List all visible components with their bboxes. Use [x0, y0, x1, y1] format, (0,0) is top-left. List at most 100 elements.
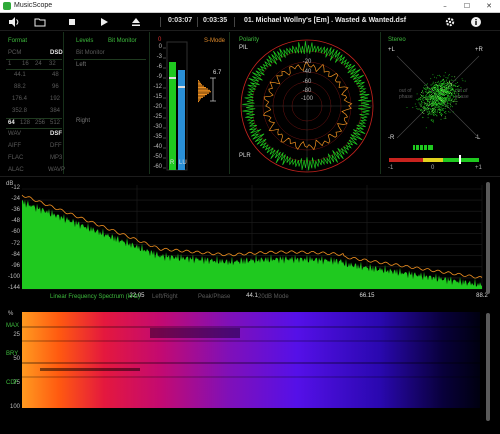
spectrum-y-tick: -100 [7, 273, 20, 280]
corr-zero: 0 [431, 165, 435, 171]
side-max[interactable]: MAX [6, 323, 19, 329]
channel-r-label: R [170, 160, 175, 166]
meter-tick: -6 [156, 64, 162, 70]
format-panel: Format PCM DSD 1 16 24 32 44.1 48 88.2 9… [0, 32, 66, 174]
info-icon[interactable] [470, 16, 482, 28]
rate-176: 176.4 [12, 96, 28, 102]
dsd-128: 128 [20, 120, 31, 126]
spectrum-chart [21, 185, 483, 290]
spectrogram-image [22, 312, 480, 408]
right-level-bar [178, 70, 185, 170]
container-wav: WAV [8, 131, 21, 137]
bit-24: 24 [35, 61, 42, 67]
levels-panel: Levels Bit Monitor Bit Monitor Left Righ… [66, 32, 150, 174]
minimize-button[interactable]: – [434, 0, 456, 13]
container-dsf: DSF [50, 131, 62, 137]
spectrogram-y-tick: 100 [9, 404, 20, 410]
rate-192: 192 [50, 96, 61, 102]
levels-mode[interactable]: Bit Monitor [108, 38, 137, 44]
meter-tick: -40 [153, 144, 162, 150]
spectrum-y-tick: -36 [11, 207, 20, 214]
container-alac: ALAC [8, 167, 24, 173]
dsd-512: 512 [50, 120, 61, 126]
corr-minus: -1 [388, 165, 394, 171]
spectrum-scrollbar[interactable] [486, 182, 490, 294]
title-bar: MusicScope – ☐ ✕ [0, 0, 500, 13]
spectrogram-panel: % 25 50 75 100 MAX BRY CDF [0, 306, 500, 434]
meter-tick: -12 [153, 84, 162, 90]
eject-icon[interactable] [130, 16, 142, 28]
toolbar-divider [197, 17, 198, 27]
volume-icon[interactable] [8, 16, 20, 28]
side-cdf[interactable]: CDF [6, 380, 18, 386]
level-meter [163, 41, 216, 171]
mode-minus20db[interactable]: -20dB Mode [256, 294, 289, 300]
stereo-goniometer [389, 55, 480, 164]
channel-lu-label: LU [179, 160, 187, 166]
meter-tick: -35 [153, 134, 162, 140]
rate-44: 44.1 [14, 72, 26, 78]
meter-panel: 0 S-Mode 6.7 R LU 0 -3 -6 -9 -12 -15 -20 -25 -30… [150, 32, 230, 174]
polarity-ring-label: -80 [302, 88, 312, 94]
bit-32: 32 [49, 61, 56, 67]
settings-icon[interactable] [444, 16, 456, 28]
meter-tick: -30 [153, 124, 162, 130]
container-mp3: MP3 [50, 155, 63, 161]
levels-title: Levels [76, 38, 94, 44]
corr-plus: +1 [475, 165, 482, 171]
s-mode-peak: 6.7 [213, 70, 222, 76]
meter-tick: -3 [156, 54, 162, 60]
spectrum-x-tick: 66.15 [359, 293, 375, 299]
container-flac: FLAC [8, 155, 24, 161]
bit-monitor-label: Bit Monitor [76, 50, 105, 56]
meter-tick: -25 [153, 114, 162, 120]
polarity-scope [240, 39, 374, 173]
toolbar: 0:03:07 0:03:35 01. Michael Wollny's [Em… [0, 13, 500, 31]
spectrum-y-tick: -60 [11, 229, 20, 236]
mode-left-right[interactable]: Left/Right [152, 294, 178, 300]
spectrum-mode-label[interactable]: Linear Frequency Spectrum (kHz) [50, 294, 140, 300]
rate-88: 88.2 [14, 84, 26, 90]
meter-tick: -15 [153, 94, 162, 100]
spectrum-y-tick: -144 [7, 285, 20, 291]
time-total: 0:03:35 [203, 17, 228, 24]
container-aiff: AIFF [8, 143, 21, 149]
spectrogram-scrollbar[interactable] [486, 313, 490, 421]
spectrum-y-tick: -72 [11, 240, 20, 247]
container-dff: DFF [50, 143, 62, 149]
bit-1: 1 [8, 61, 12, 67]
dsd-256: 256 [35, 120, 46, 126]
polarity-ring-label: -20 [302, 59, 312, 65]
window-title: MusicScope [14, 2, 53, 9]
rate-352: 352.8 [12, 108, 28, 114]
maximize-button[interactable]: ☐ [456, 0, 478, 13]
side-bry[interactable]: BRY [6, 351, 18, 357]
right-channel-label: Right [76, 118, 91, 124]
container-wavp: WAVP [48, 167, 66, 173]
polarity-ring-label: -100 [300, 96, 313, 102]
spectrum-y-tick: -48 [11, 218, 20, 225]
left-channel-label: Left [76, 62, 87, 68]
toolbar-divider [234, 17, 235, 27]
rate-96: 96 [52, 84, 59, 90]
bit-16: 16 [22, 61, 29, 67]
spectrum-y-tick: -84 [11, 251, 20, 258]
meter-tick: 0 [158, 44, 162, 50]
folder-icon[interactable] [34, 16, 46, 28]
s-mode-histogram [198, 80, 211, 103]
app-icon [3, 2, 11, 10]
meter-tick: -9 [156, 74, 162, 80]
pcm-label: PCM [8, 50, 22, 56]
polarity-panel: Polarity PIL PLR -20 -40 -60 -80 -100 [233, 32, 381, 174]
spectrum-panel: dB -12 -24 -36 -48 -60 -72 -84 -96 -100 -144 22.0… [0, 176, 500, 304]
rate-48: 48 [52, 72, 59, 78]
meter-tick: -60 [153, 164, 162, 170]
polarity-ring-label: -60 [302, 79, 312, 85]
dsd-64: 64 [8, 120, 15, 126]
polarity-ring-label: -40 [302, 69, 312, 75]
mode-peak-phase[interactable]: Peak/Phase [198, 294, 230, 300]
play-icon[interactable] [98, 16, 110, 28]
close-button[interactable]: ✕ [478, 0, 500, 13]
spectrum-y-tick: -12 [11, 185, 20, 191]
stop-icon[interactable] [66, 16, 78, 28]
